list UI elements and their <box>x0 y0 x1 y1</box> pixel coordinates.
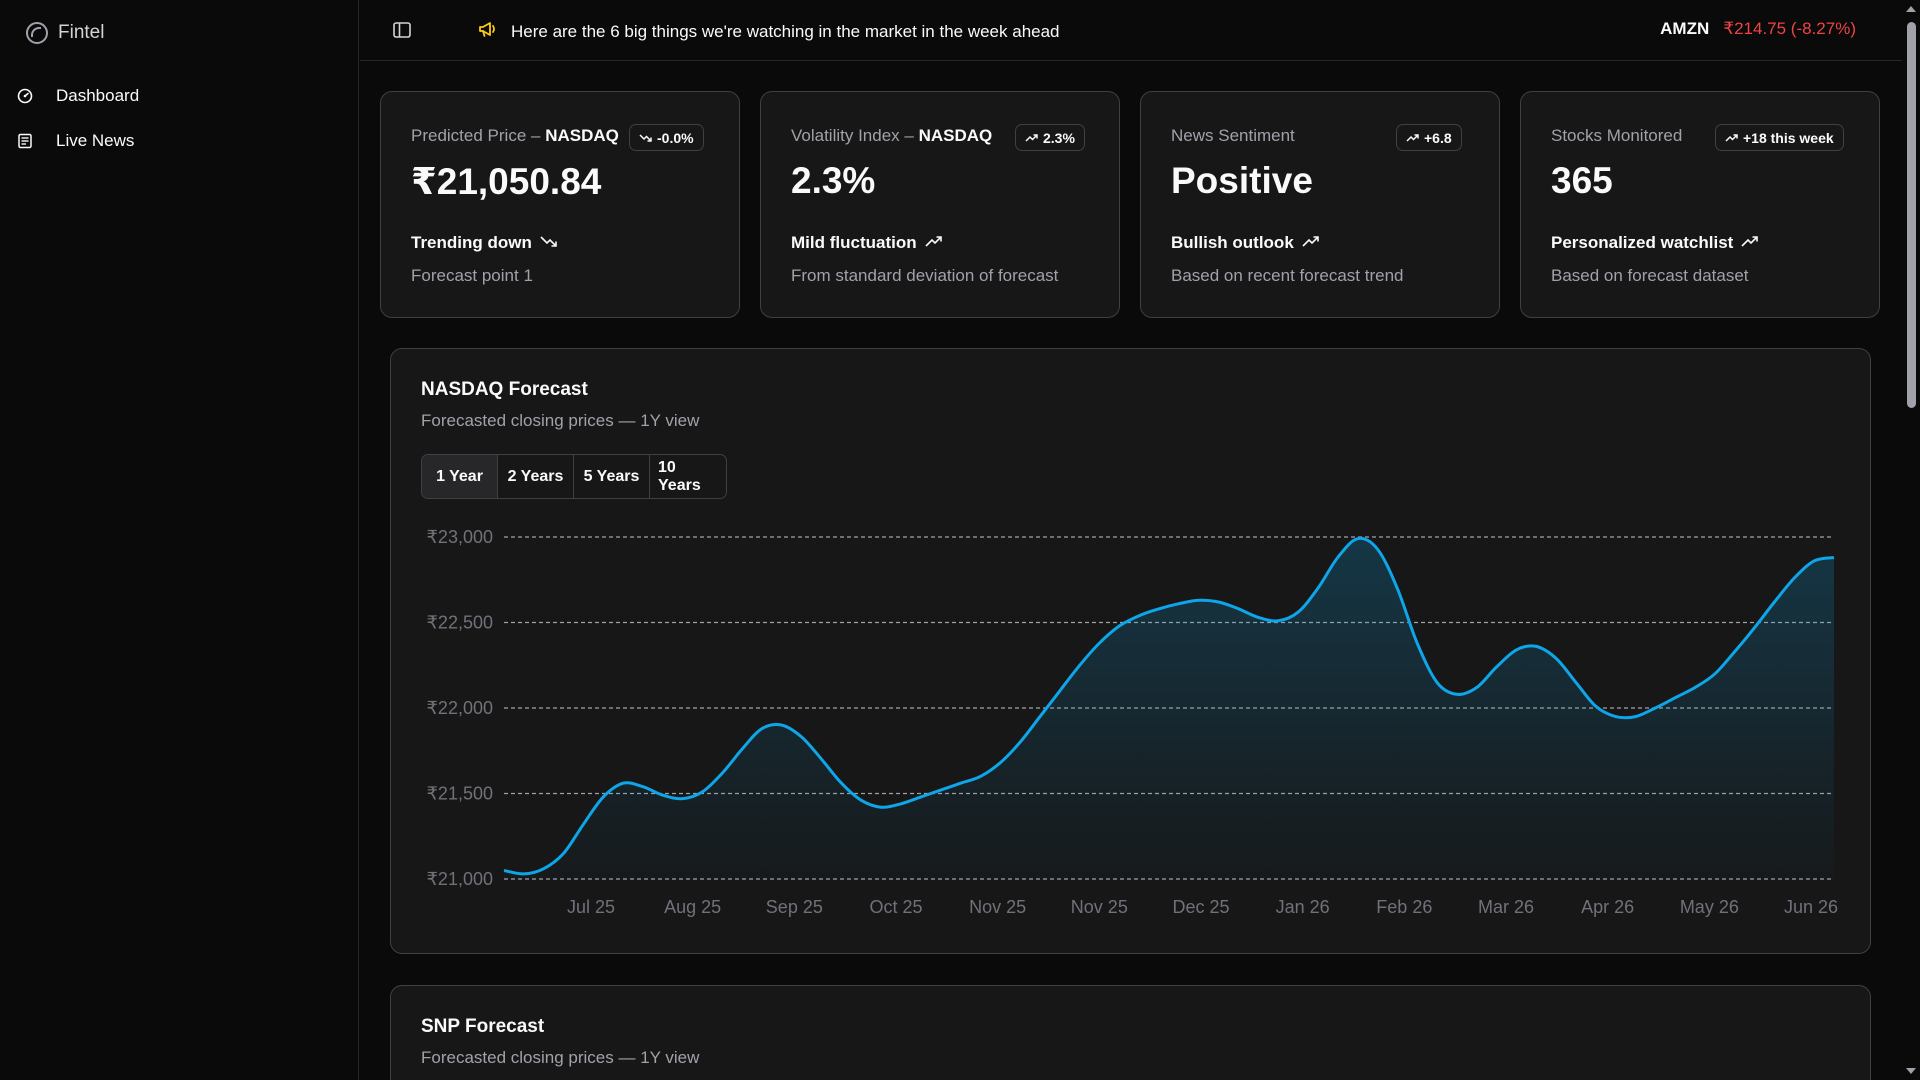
change-badge: -0.0% <box>629 124 704 151</box>
change-badge: +6.8 <box>1396 124 1462 151</box>
x-tick-label: Aug 25 <box>664 897 721 917</box>
x-tick-label: Oct 25 <box>869 897 922 917</box>
trending-down-icon <box>540 233 558 253</box>
card-title: News Sentiment <box>1171 126 1295 145</box>
ticker[interactable]: AMZN ₹214.75 (-8.27%) <box>1660 19 1856 39</box>
nasdaq-chart[interactable]: ₹21,000 ₹21,500 ₹22,000 ₹22,500 ₹23,000 Jul 2… <box>391 349 1872 955</box>
change-badge: 2.3% <box>1015 124 1085 151</box>
newspaper-icon <box>16 132 34 150</box>
card-value: Positive <box>1171 160 1313 201</box>
trending-up-icon <box>1406 130 1419 146</box>
scroll-down-icon[interactable] <box>1906 1068 1916 1074</box>
dashboard-icon <box>16 87 34 105</box>
x-tick-label: Nov 25 <box>969 897 1026 917</box>
change-badge: +18 this week <box>1715 124 1844 151</box>
app-name: Fintel <box>58 22 105 43</box>
x-tick-label: Nov 25 <box>1071 897 1128 917</box>
stat-card-stocks-monitored: Stocks Monitored +18 this week 365 Perso… <box>1520 91 1880 318</box>
card-title: Predicted Price – NASDAQ <box>411 126 619 145</box>
megaphone-icon <box>477 19 499 44</box>
trending-up-icon <box>1302 233 1320 253</box>
sidebar-item-live-news[interactable]: Live News <box>14 121 344 161</box>
panel-title: SNP Forecast <box>421 1016 545 1037</box>
x-tick-label: Jun 26 <box>1784 897 1838 917</box>
card-value: 2.3% <box>791 160 876 201</box>
card-trend: Trending down <box>411 233 558 253</box>
series-area <box>504 538 1834 879</box>
y-tick-label: ₹21,000 <box>426 869 493 889</box>
x-tick-label: May 26 <box>1680 897 1739 917</box>
sidebar: Fintel Dashboard Live News <box>0 0 359 1080</box>
card-title: Stocks Monitored <box>1551 126 1683 145</box>
card-trend: Bullish outlook <box>1171 233 1320 253</box>
trending-up-icon <box>1725 130 1738 146</box>
trending-up-icon <box>1025 130 1038 146</box>
sidebar-item-dashboard[interactable]: Dashboard <box>14 76 344 116</box>
card-trend: Mild fluctuation <box>791 233 943 253</box>
announcement-text: Here are the 6 big things we're watching… <box>511 21 1060 41</box>
card-subtitle: Based on recent forecast trend <box>1171 266 1404 285</box>
top-bar: Here are the 6 big things we're watching… <box>360 0 1902 61</box>
stat-card-volatility: Volatility Index – NASDAQ 2.3% 2.3% Mild… <box>760 91 1120 318</box>
sidebar-toggle-icon[interactable] <box>392 20 412 40</box>
card-trend: Personalized watchlist <box>1551 233 1759 253</box>
x-tick-label: Feb 26 <box>1376 897 1432 917</box>
sidebar-item-label: Live News <box>56 131 135 150</box>
card-value: ₹21,050.84 <box>411 161 602 202</box>
scroll-thumb[interactable] <box>1907 22 1916 408</box>
stat-card-news-sentiment: News Sentiment +6.8 Positive Bullish out… <box>1140 91 1500 318</box>
ticker-price: ₹214.75 (-8.27%) <box>1723 19 1856 38</box>
x-tick-label: Apr 26 <box>1581 897 1634 917</box>
logo-icon <box>26 22 48 44</box>
card-title: Volatility Index – NASDAQ <box>791 126 993 145</box>
y-tick-label: ₹22,000 <box>426 698 493 718</box>
card-subtitle: Based on forecast dataset <box>1551 266 1749 285</box>
snp-forecast-panel: SNP Forecast Forecasted closing prices —… <box>390 985 1871 1080</box>
x-tick-label: Dec 25 <box>1172 897 1229 917</box>
panel-subtitle: Forecasted closing prices — 1Y view <box>421 1048 700 1067</box>
brand[interactable]: Fintel <box>26 22 104 44</box>
y-tick-label: ₹21,500 <box>426 784 493 804</box>
y-tick-label: ₹22,500 <box>426 613 493 633</box>
trending-down-icon <box>639 130 652 146</box>
sidebar-item-label: Dashboard <box>56 86 140 105</box>
sidebar-nav: Dashboard Live News <box>14 76 344 166</box>
ticker-symbol: AMZN <box>1660 19 1710 38</box>
card-subtitle: From standard deviation of forecast <box>791 266 1059 285</box>
announcement[interactable]: Here are the 6 big things we're watching… <box>477 19 1060 44</box>
x-tick-label: Jan 26 <box>1276 897 1330 917</box>
x-tick-label: Jul 25 <box>567 897 615 917</box>
stat-card-predicted-price: Predicted Price – NASDAQ -0.0% ₹21,050.8… <box>380 91 740 318</box>
x-tick-label: Sep 25 <box>766 897 823 917</box>
y-tick-label: ₹23,000 <box>426 527 493 547</box>
scroll-up-icon[interactable] <box>1906 6 1916 12</box>
x-tick-label: Mar 26 <box>1478 897 1534 917</box>
card-subtitle: Forecast point 1 <box>411 266 533 285</box>
page-scrollbar[interactable] <box>1902 0 1920 1080</box>
card-value: 365 <box>1551 160 1613 201</box>
trending-up-icon <box>925 233 943 253</box>
trending-up-icon <box>1741 233 1759 253</box>
nasdaq-forecast-panel: NASDAQ Forecast Forecasted closing price… <box>390 348 1871 954</box>
